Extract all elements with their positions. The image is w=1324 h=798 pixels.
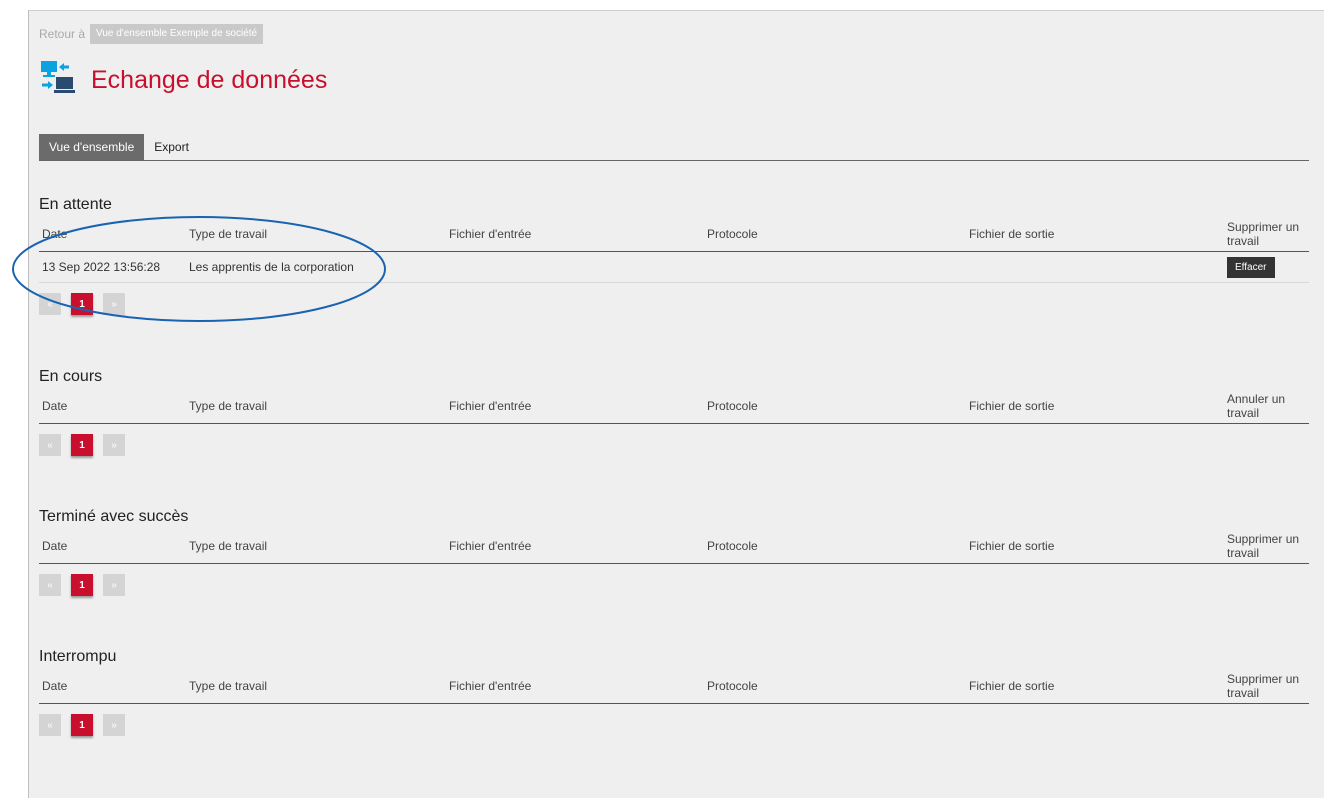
table-header: Date Type de travail Fichier d'entrée Pr…: [39, 216, 1309, 252]
prev-page-button[interactable]: «: [39, 434, 61, 456]
pagination: « 1 »: [39, 574, 1309, 596]
cell-date: 13 Sep 2022 13:56:28: [42, 260, 161, 274]
table-header: Date Type de travail Fichier d'entrée Pr…: [39, 388, 1309, 424]
column-protocol: Protocole: [707, 226, 758, 241]
pending-table: Date Type de travail Fichier d'entrée Pr…: [39, 216, 1309, 283]
breadcrumb: Retour à Vue d'ensemble Exemple de socié…: [39, 24, 264, 44]
column-protocol: Protocole: [707, 678, 758, 693]
column-output-file: Fichier de sortie: [969, 226, 1055, 241]
column-input-file: Fichier d'entrée: [449, 398, 532, 413]
column-type: Type de travail: [189, 398, 268, 413]
column-output-file: Fichier de sortie: [969, 678, 1055, 693]
page-1-button[interactable]: 1: [71, 293, 93, 315]
success-table: Date Type de travail Fichier d'entrée Pr…: [39, 528, 1309, 564]
column-type: Type de travail: [189, 678, 268, 693]
tab-overview[interactable]: Vue d'ensemble: [39, 134, 145, 160]
column-protocol: Protocole: [707, 538, 758, 553]
column-type: Type de travail: [189, 226, 268, 241]
data-exchange-icon: [41, 61, 79, 100]
table-row: 13 Sep 2022 13:56:28 Les apprentis de la…: [39, 252, 1309, 283]
section-title: En attente: [39, 196, 112, 213]
pagination: « 1 »: [39, 714, 1309, 736]
column-action: Supprimer un travail: [1227, 219, 1300, 248]
cell-output-file: [969, 252, 1227, 282]
section-title: Terminé avec succès: [39, 508, 189, 525]
page-title: Echange de données: [91, 66, 328, 94]
tab-bar: Vue d'ensemble Export: [39, 134, 1309, 161]
cell-type: Les apprentis de la corporation: [189, 260, 354, 274]
cell-input-file: [449, 252, 707, 282]
section-running: En cours Date Type de travail Fichier d'…: [39, 366, 1309, 456]
next-page-button[interactable]: »: [103, 714, 125, 736]
page-1-button[interactable]: 1: [71, 574, 93, 596]
section-title: Interrompu: [39, 648, 117, 665]
breadcrumb-prefix: Retour à: [39, 27, 86, 41]
column-input-file: Fichier d'entrée: [449, 538, 532, 553]
main-panel: Retour à Vue d'ensemble Exemple de socié…: [28, 10, 1324, 798]
page-header: Echange de données: [41, 61, 327, 100]
column-action: Supprimer un travail: [1227, 671, 1300, 700]
delete-button[interactable]: Effacer: [1227, 256, 1275, 278]
next-page-button[interactable]: »: [103, 434, 125, 456]
page-1-button[interactable]: 1: [71, 714, 93, 736]
column-type: Type de travail: [189, 538, 268, 553]
column-output-file: Fichier de sortie: [969, 398, 1055, 413]
pagination: « 1 »: [39, 434, 1309, 456]
column-action: Annuler un travail: [1227, 391, 1286, 420]
interrupted-table: Date Type de travail Fichier d'entrée Pr…: [39, 668, 1309, 704]
section-success: Terminé avec succès Date Type de travail…: [39, 506, 1309, 596]
column-input-file: Fichier d'entrée: [449, 226, 532, 241]
column-date: Date: [42, 538, 68, 553]
column-date: Date: [42, 398, 68, 413]
table-header: Date Type de travail Fichier d'entrée Pr…: [39, 528, 1309, 564]
running-table: Date Type de travail Fichier d'entrée Pr…: [39, 388, 1309, 424]
column-date: Date: [42, 226, 68, 241]
section-pending: En attente Date Type de travail Fichier …: [39, 194, 1309, 315]
table-header: Date Type de travail Fichier d'entrée Pr…: [39, 668, 1309, 704]
column-date: Date: [42, 678, 68, 693]
prev-page-button[interactable]: «: [39, 714, 61, 736]
prev-page-button[interactable]: «: [39, 574, 61, 596]
prev-page-button[interactable]: «: [39, 293, 61, 315]
cell-protocol: [707, 252, 969, 282]
column-action: Supprimer un travail: [1227, 531, 1300, 560]
column-protocol: Protocole: [707, 398, 758, 413]
breadcrumb-link[interactable]: Vue d'ensemble Exemple de société: [90, 24, 264, 44]
section-interrupted: Interrompu Date Type de travail Fichier …: [39, 646, 1309, 736]
page-1-button[interactable]: 1: [71, 434, 93, 456]
pagination: « 1 »: [39, 293, 1309, 315]
next-page-button[interactable]: »: [103, 293, 125, 315]
column-input-file: Fichier d'entrée: [449, 678, 532, 693]
section-title: En cours: [39, 368, 103, 385]
column-output-file: Fichier de sortie: [969, 538, 1055, 553]
next-page-button[interactable]: »: [103, 574, 125, 596]
cell-action: Effacer: [1227, 252, 1309, 282]
tab-export[interactable]: Export: [144, 134, 199, 160]
